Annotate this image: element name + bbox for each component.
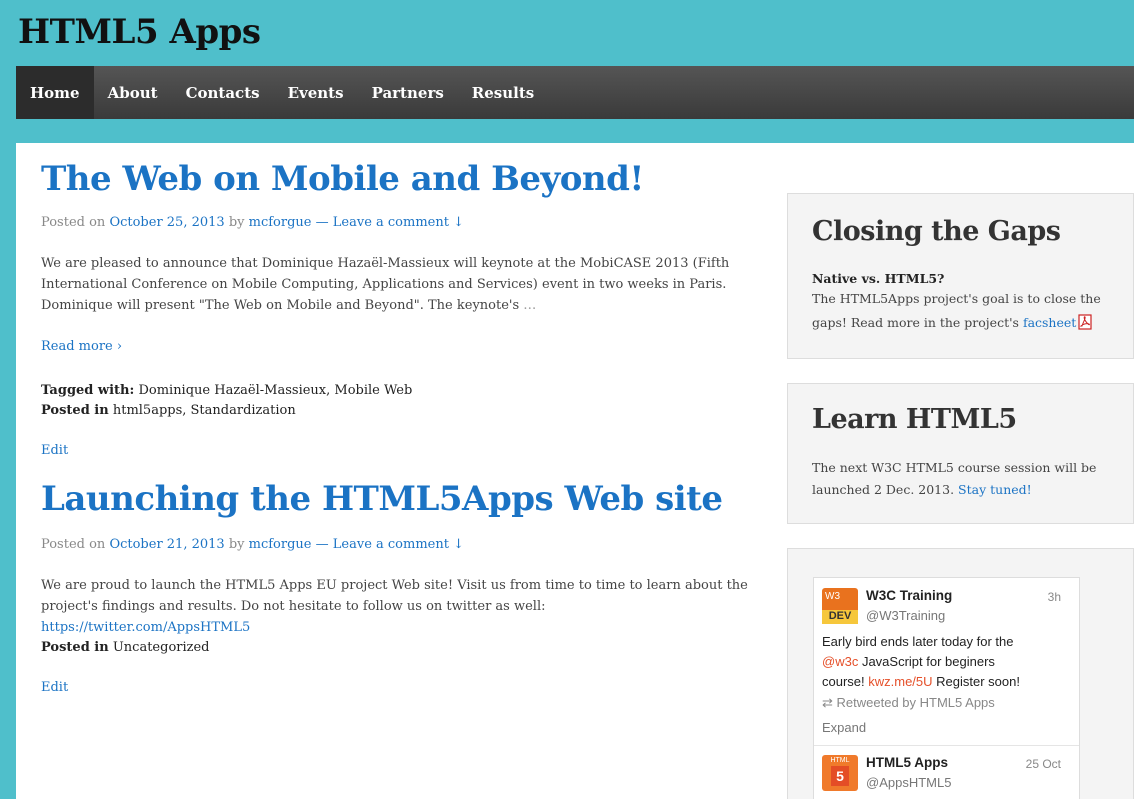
twitter-timeline[interactable]: W3 DEV W3C Training @W3Training 3h Early… xyxy=(813,577,1080,799)
site-title[interactable]: HTML5 Apps xyxy=(18,12,261,52)
factsheet-link[interactable]: facsheet xyxy=(1023,315,1076,330)
tweet-time[interactable]: 25 Oct xyxy=(1026,757,1061,771)
by-label: by xyxy=(228,215,245,230)
tweet-body: Early bird ends later today for the @w3c… xyxy=(822,634,1020,689)
categories-list[interactable]: Uncategorized xyxy=(113,640,210,655)
widget-text-line: gaps! Read more in the project's facshee… xyxy=(812,312,1092,334)
widget-text-line: launched 2 Dec. 2013. Stay tuned! xyxy=(812,482,1032,497)
leave-comment-link[interactable]: — Leave a comment ↓ xyxy=(316,537,464,552)
pdf-icon[interactable] xyxy=(1078,314,1092,330)
tweet-author-handle[interactable]: @W3Training xyxy=(866,608,945,623)
read-more-link[interactable]: Read more › xyxy=(41,339,122,354)
widget-twitter: W3 DEV W3C Training @W3Training 3h Early… xyxy=(787,548,1134,799)
post-meta: Posted on October 21, 2013 by mcforgue —… xyxy=(41,537,464,552)
excerpt-line: We are pleased to announce that Dominiqu… xyxy=(41,256,730,271)
by-label: by xyxy=(228,537,245,552)
retweet-info: ⇄ Retweeted by HTML5 Apps xyxy=(822,695,995,710)
nav-results[interactable]: Results xyxy=(458,66,548,119)
nav-about[interactable]: About xyxy=(94,66,172,119)
post-date-link[interactable]: October 25, 2013 xyxy=(109,215,224,230)
post-meta: Posted on October 25, 2013 by mcforgue —… xyxy=(41,215,464,230)
post-excerpt: We are proud to launch the HTML5 Apps EU… xyxy=(41,575,751,638)
tweet-author-handle[interactable]: @AppsHTML5 xyxy=(866,775,951,790)
edit-link[interactable]: Edit xyxy=(41,680,68,695)
posted-in: Posted in Uncategorized xyxy=(41,638,210,658)
expand-link[interactable]: Expand xyxy=(822,720,866,735)
post-excerpt: We are pleased to announce that Dominiqu… xyxy=(41,253,751,316)
edit-link[interactable]: Edit xyxy=(41,443,68,458)
posted-in-label: Posted in xyxy=(41,640,109,655)
tweet[interactable]: W3 DEV W3C Training @W3Training 3h Early… xyxy=(814,578,1079,746)
widget-title: Learn HTML5 xyxy=(812,404,1017,435)
ellipsis: … xyxy=(523,298,539,313)
main-nav: Home About Contacts Events Partners Resu… xyxy=(16,66,1134,119)
nav-contacts[interactable]: Contacts xyxy=(172,66,274,119)
twitter-link[interactable]: https://twitter.com/AppsHTML5 xyxy=(41,620,250,635)
mention-link[interactable]: @w3c xyxy=(822,654,858,669)
nav-home[interactable]: Home xyxy=(16,66,94,119)
posted-on-label: Posted on xyxy=(41,215,106,230)
post-title[interactable]: The Web on Mobile and Beyond! xyxy=(41,159,644,199)
widget-closing-gaps: Closing the Gaps Native vs. HTML5? The H… xyxy=(787,193,1134,359)
posted-in: Posted in html5apps, Standardization xyxy=(41,401,296,421)
tweet-time[interactable]: 3h xyxy=(1048,590,1061,604)
tags-list[interactable]: Dominique Hazaël-Massieux, Mobile Web xyxy=(138,383,412,398)
widget-learn-html5: Learn HTML5 The next W3C HTML5 course se… xyxy=(787,383,1134,524)
author-link[interactable]: mcforgue xyxy=(249,537,312,552)
avatar[interactable]: HTML 5 xyxy=(822,755,858,791)
excerpt-line: We are proud to launch the HTML5 Apps EU… xyxy=(41,578,748,593)
page-content: The Web on Mobile and Beyond! Posted on … xyxy=(16,143,1134,799)
tweet-link[interactable]: kwz.me/5U xyxy=(868,674,932,689)
widget-subtitle: Native vs. HTML5? xyxy=(812,271,945,286)
excerpt-line: Dominique will present "The Web on Mobil… xyxy=(41,298,539,313)
posted-on-label: Posted on xyxy=(41,537,106,552)
tweet-author-name[interactable]: HTML5 Apps xyxy=(866,755,948,770)
author-link[interactable]: mcforgue xyxy=(249,215,312,230)
tagged-label: Tagged with: xyxy=(41,383,135,398)
widget-title: Closing the Gaps xyxy=(812,216,1061,247)
posted-in-label: Posted in xyxy=(41,403,109,418)
excerpt-line: International Conference on Mobile Compu… xyxy=(41,277,727,292)
stay-tuned-link[interactable]: Stay tuned! xyxy=(958,482,1032,497)
widget-text-line: The next W3C HTML5 course session will b… xyxy=(812,460,1097,475)
nav-partners[interactable]: Partners xyxy=(358,66,458,119)
widget-text-line: The HTML5Apps project's goal is to close… xyxy=(812,291,1101,306)
tweet-author-name[interactable]: W3C Training xyxy=(866,588,952,603)
post-title[interactable]: Launching the HTML5Apps Web site xyxy=(41,479,723,519)
categories-list[interactable]: html5apps, Standardization xyxy=(113,403,296,418)
avatar[interactable]: W3 DEV xyxy=(822,588,858,624)
tweet[interactable]: HTML 5 HTML5 Apps @AppsHTML5 25 Oct xyxy=(814,747,1079,799)
post-date-link[interactable]: October 21, 2013 xyxy=(109,537,224,552)
nav-events[interactable]: Events xyxy=(274,66,358,119)
retweet-icon: ⇄ xyxy=(822,695,833,710)
tagged-with: Tagged with: Dominique Hazaël-Massieux, … xyxy=(41,381,412,401)
leave-comment-link[interactable]: — Leave a comment ↓ xyxy=(316,215,464,230)
excerpt-line: project's findings and results. Do not h… xyxy=(41,599,546,635)
